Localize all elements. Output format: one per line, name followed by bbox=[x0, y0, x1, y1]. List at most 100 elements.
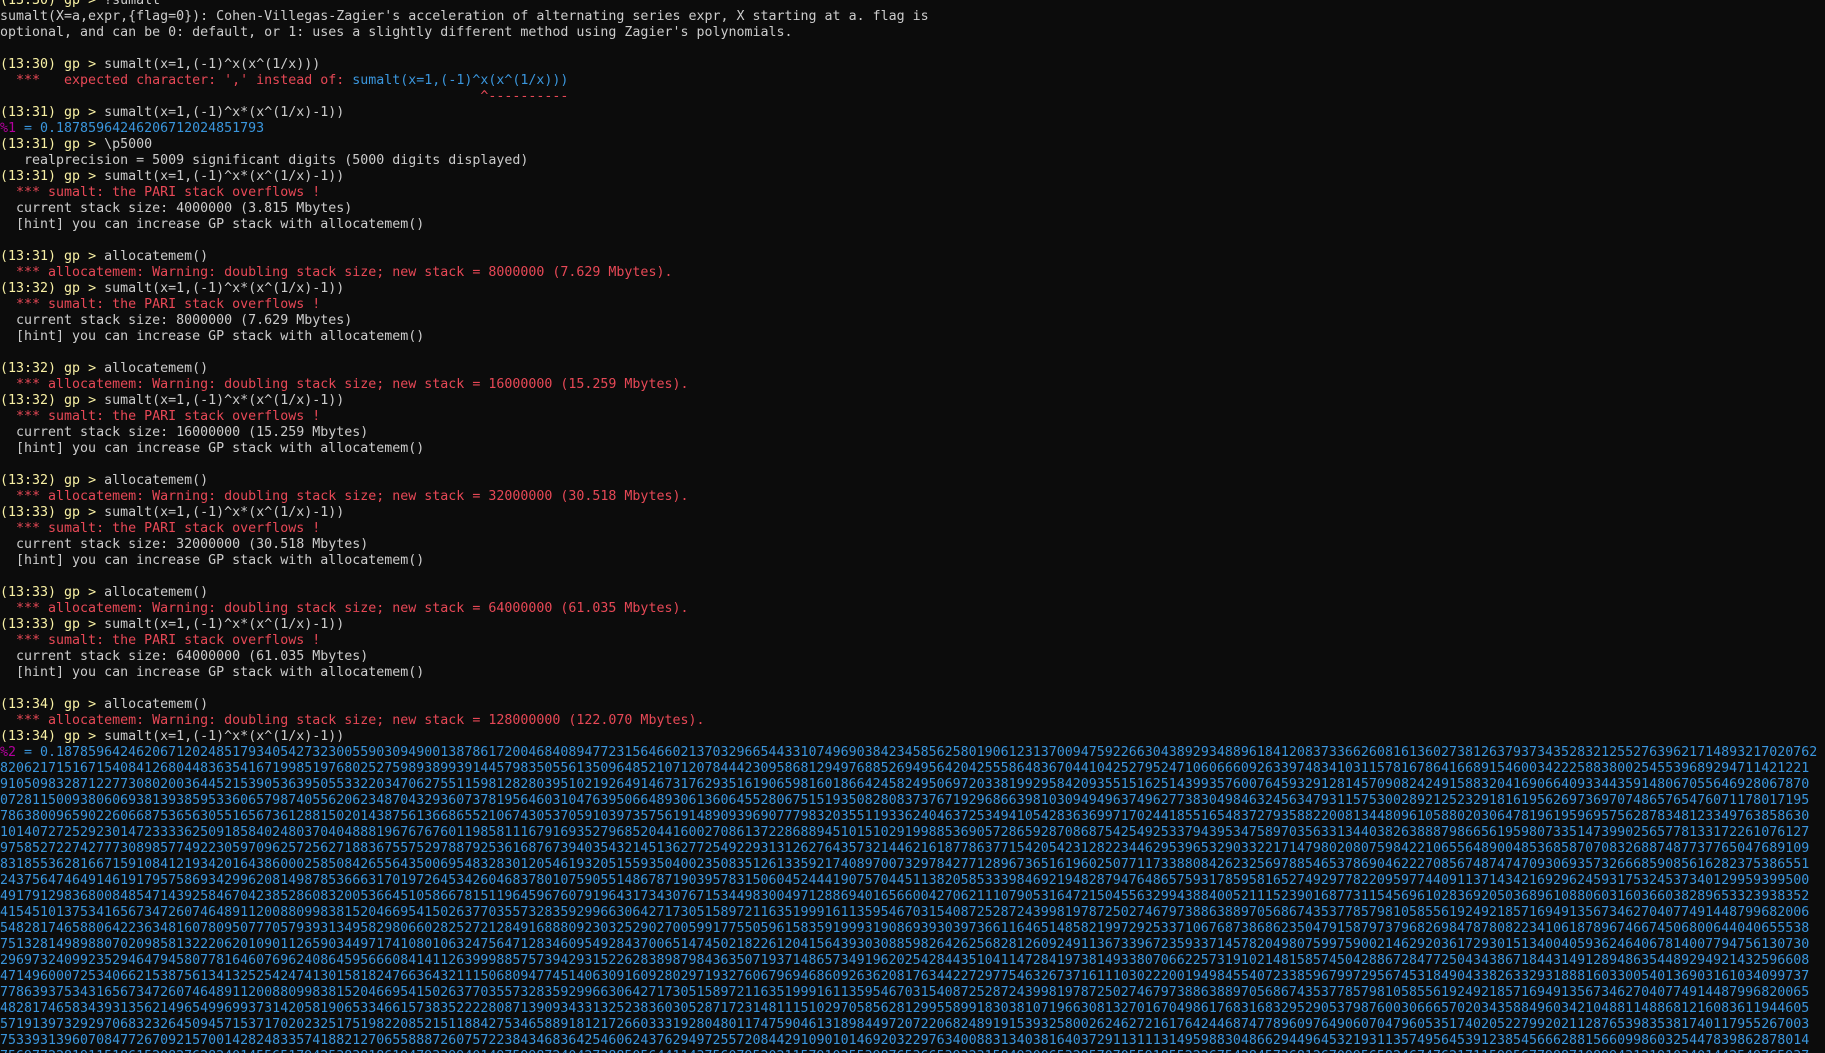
result-digits: 2969732409923529464794580778164607696240… bbox=[0, 953, 1810, 968]
result-digits: 8206217151671540841268044836354167199851… bbox=[0, 761, 1810, 776]
result-digits: 4154510137534165673472607464891120088099… bbox=[0, 905, 1810, 920]
error-text: *** allocatemem: Warning: doubling stack… bbox=[0, 265, 673, 280]
error-line: *** sumalt: the PARI stack overflows ! bbox=[0, 185, 1825, 201]
result-digits-line: 8206217151671540841268044836354167199851… bbox=[0, 761, 1825, 777]
command-text: allocatemem() bbox=[104, 473, 209, 488]
output-text: current stack size: 32000000 (30.518 Mby… bbox=[0, 537, 369, 552]
result-digits: 7863800965902260668753656305516567361288… bbox=[0, 809, 1810, 824]
error-text: *** allocatemem: Warning: doubling stack… bbox=[0, 489, 689, 504]
command-text: sumalt(x=1,(-1)^x*(x^(1/x)-1)) bbox=[104, 281, 345, 296]
prompt-symbol: gp > bbox=[56, 281, 105, 296]
result-digits: 7569772281911518615208276282401455651794… bbox=[0, 1049, 1809, 1053]
result-digits: 5482817465880642236348160780950777057939… bbox=[0, 921, 1810, 936]
prompt-line: (13:31) gp > allocatemem() bbox=[0, 249, 1825, 265]
result-digits-line: 8318553628166715910841219342016438600025… bbox=[0, 857, 1825, 873]
output-text: current stack size: 16000000 (15.259 Mby… bbox=[0, 425, 369, 440]
prompt-line: (13:31) gp > sumalt(x=1,(-1)^x*(x^(1/x)-… bbox=[0, 169, 1825, 185]
result-digits-line: 2437564746491461917957586934299620814987… bbox=[0, 873, 1825, 889]
output-text: realprecision = 5009 significant digits … bbox=[0, 153, 529, 168]
result-digits: 7513281498988070209858132220620109011265… bbox=[0, 937, 1810, 952]
prompt-timestamp: (13:34) bbox=[0, 697, 57, 712]
command-text: sumalt(x=1,(-1)^x*(x^(1/x)-1)) bbox=[104, 729, 345, 744]
result-digits-line: 4828174658343931356214965499699373142058… bbox=[0, 1001, 1825, 1017]
result-digits: 9758527227427773089857749223059709625725… bbox=[0, 841, 1810, 856]
prompt-symbol: gp > bbox=[56, 729, 105, 744]
output-line: current stack size: 8000000 (7.629 Mbyte… bbox=[0, 313, 1825, 329]
output-line: [hint] you can increase GP stack with al… bbox=[0, 441, 1825, 457]
result-line: %2 = 0.187859642462067120248517934054273… bbox=[0, 745, 1825, 761]
result-digits: 7786393753431656734726074648911200880998… bbox=[0, 985, 1810, 1000]
command-text: sumalt(x=1,(-1)^x*(x^(1/x)-1)) bbox=[104, 169, 345, 184]
prompt-timestamp: (13:32) bbox=[0, 473, 57, 488]
prompt-symbol: gp > bbox=[56, 105, 105, 120]
prompt-symbol: gp > bbox=[56, 57, 105, 72]
error-text: *** allocatemem: Warning: doubling stack… bbox=[0, 601, 689, 616]
error-line: *** sumalt: the PARI stack overflows ! bbox=[0, 633, 1825, 649]
output-text: [hint] you can increase GP stack with al… bbox=[0, 217, 425, 232]
result-digits: 2437564746491461917957586934299620814987… bbox=[0, 873, 1810, 888]
output-text: current stack size: 8000000 (7.629 Mbyte… bbox=[0, 313, 353, 328]
output-line: [hint] you can increase GP stack with al… bbox=[0, 329, 1825, 345]
prompt-timestamp: (13:33) bbox=[0, 585, 57, 600]
prompt-symbol: gp > bbox=[56, 393, 105, 408]
prompt-symbol: gp > bbox=[56, 473, 105, 488]
prompt-line: (13:32) gp > allocatemem() bbox=[0, 361, 1825, 377]
prompt-timestamp: (13:30) bbox=[0, 0, 57, 8]
command-text: sumalt(x=1,(-1)^x*(x^(1/x)-1)) bbox=[104, 505, 345, 520]
prompt-line: (13:30) gp > ?sumalt bbox=[0, 0, 1825, 9]
output-text: optional, and can be 0: default, or 1: u… bbox=[0, 25, 793, 40]
result-digits: 0728115009380606938139385953360657987405… bbox=[0, 793, 1810, 808]
error-echo: sumalt(x=1,(-1)^x(x^(1/x))) bbox=[352, 73, 569, 88]
result-digits-line: 5482817465880642236348160780950777057939… bbox=[0, 921, 1825, 937]
prompt-timestamp: (13:32) bbox=[0, 361, 57, 376]
prompt-line: (13:34) gp > sumalt(x=1,(-1)^x*(x^(1/x)-… bbox=[0, 729, 1825, 745]
result-digits-line: 7863800965902260668753656305516567361288… bbox=[0, 809, 1825, 825]
command-text: sumalt(x=1,(-1)^x*(x^(1/x)-1)) bbox=[104, 393, 345, 408]
result-label: %1 bbox=[0, 121, 17, 136]
error-text: *** sumalt: the PARI stack overflows ! bbox=[0, 633, 321, 648]
error-line: *** expected character: ',' instead of: … bbox=[0, 73, 1825, 89]
prompt-line: (13:31) gp > sumalt(x=1,(-1)^x*(x^(1/x)-… bbox=[0, 105, 1825, 121]
prompt-timestamp: (13:32) bbox=[0, 281, 57, 296]
result-digits: 7533931396070847726709215700142824833574… bbox=[0, 1033, 1810, 1048]
prompt-timestamp: (13:34) bbox=[0, 729, 57, 744]
command-text: sumalt(x=1,(-1)^x(x^(1/x))) bbox=[104, 57, 321, 72]
result-digits: 9105098328712277308020036445215390536395… bbox=[0, 777, 1810, 792]
error-text: *** allocatemem: Warning: doubling stack… bbox=[0, 713, 705, 728]
result-digits: 4917912983680084854714392584670423852860… bbox=[0, 889, 1810, 904]
result-digits-line: 9758527227427773089857749223059709625725… bbox=[0, 841, 1825, 857]
output-line: sumalt(X=a,expr,{flag=0}): Cohen-Villega… bbox=[0, 9, 1825, 25]
prompt-line: (13:34) gp > allocatemem() bbox=[0, 697, 1825, 713]
result-digits-line: 7569772281911518615208276282401455651794… bbox=[0, 1049, 1825, 1053]
prompt-timestamp: (13:33) bbox=[0, 505, 57, 520]
result-digits: 8318553628166715910841219342016438600025… bbox=[0, 857, 1810, 872]
prompt-symbol: gp > bbox=[56, 137, 105, 152]
command-text: ?sumalt bbox=[104, 0, 161, 8]
result-digits-line: 7533931396070847726709215700142824833574… bbox=[0, 1033, 1825, 1049]
result-digits-line: 7786393753431656734726074648911200880998… bbox=[0, 985, 1825, 1001]
output-line: realprecision = 5009 significant digits … bbox=[0, 153, 1825, 169]
output-line: current stack size: 4000000 (3.815 Mbyte… bbox=[0, 201, 1825, 217]
output-text: [hint] you can increase GP stack with al… bbox=[0, 665, 425, 680]
terminal-window[interactable]: (13:30) gp > ?sumalt sumalt(X=a,expr,{fla… bbox=[0, 0, 1825, 1053]
error-line: *** allocatemem: Warning: doubling stack… bbox=[0, 265, 1825, 281]
command-text: \p5000 bbox=[104, 137, 153, 152]
result-digits: 5719139732929706832326450945715371702023… bbox=[0, 1017, 1810, 1032]
error-line: *** allocatemem: Warning: doubling stack… bbox=[0, 489, 1825, 505]
prompt-timestamp: (13:31) bbox=[0, 169, 57, 184]
prompt-line: (13:33) gp > allocatemem() bbox=[0, 585, 1825, 601]
result-value: = 0.18785964246206712024851793 bbox=[16, 121, 265, 136]
error-line: *** sumalt: the PARI stack overflows ! bbox=[0, 521, 1825, 537]
prompt-timestamp: (13:33) bbox=[0, 617, 57, 632]
prompt-line: (13:33) gp > sumalt(x=1,(-1)^x*(x^(1/x)-… bbox=[0, 617, 1825, 633]
error-line: *** allocatemem: Warning: doubling stack… bbox=[0, 601, 1825, 617]
output-line: current stack size: 32000000 (30.518 Mby… bbox=[0, 537, 1825, 553]
result-digits-line: 0728115009380606938139385953360657987405… bbox=[0, 793, 1825, 809]
result-digits-line: 4917912983680084854714392584670423852860… bbox=[0, 889, 1825, 905]
result-digits: 1014072725292301472333362509185840248037… bbox=[0, 825, 1810, 840]
